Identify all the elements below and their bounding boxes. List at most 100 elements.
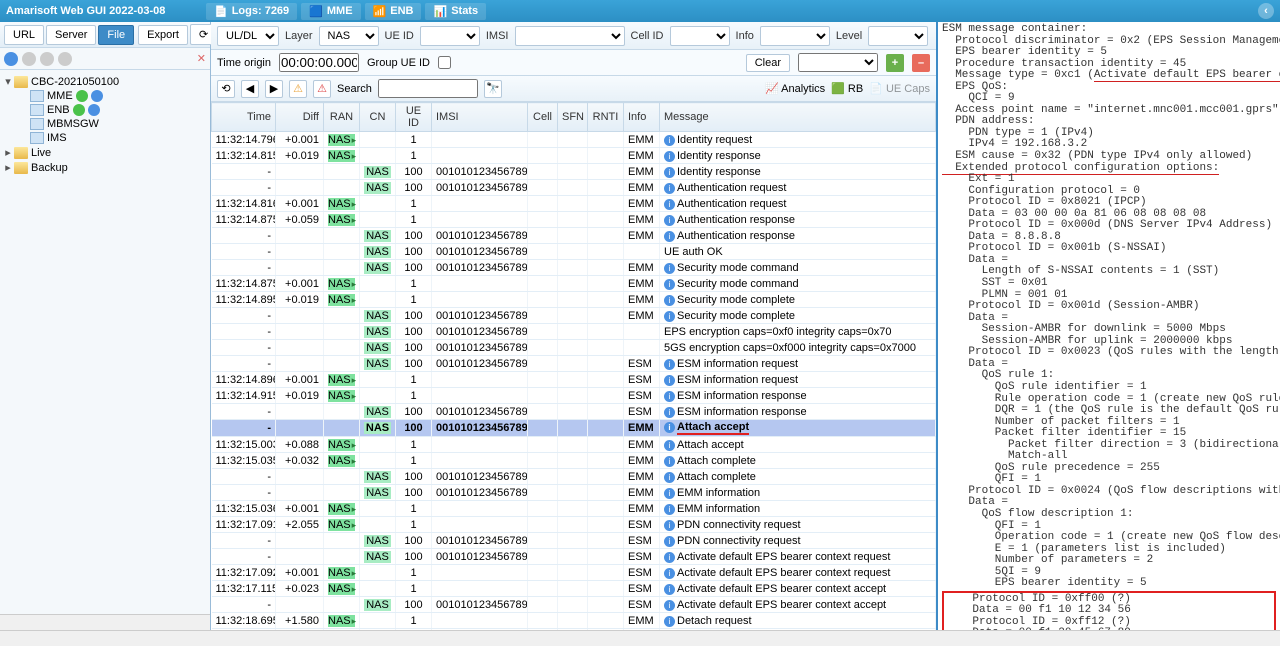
- tab-server[interactable]: Server: [46, 25, 96, 45]
- warning-icon[interactable]: ⚠: [289, 80, 307, 98]
- tree-root[interactable]: ▾CBC-2021050100: [2, 74, 208, 89]
- reload-icon[interactable]: ⟲: [217, 80, 235, 98]
- group-ueid-label: Group UE ID: [367, 57, 430, 69]
- table-row[interactable]: 11:32:14.915+0.019NAS1ESMiESM informatio…: [212, 388, 936, 404]
- col-header[interactable]: Message: [660, 103, 936, 132]
- analytics-button[interactable]: 📈 Analytics: [765, 82, 825, 95]
- uldl-select[interactable]: UL/DL: [217, 26, 279, 46]
- table-row[interactable]: -NAS100001010123456789EPS encryption cap…: [212, 324, 936, 340]
- level-label: Level: [836, 30, 862, 42]
- table-row[interactable]: -NAS100001010123456789EMMiAttach accept: [212, 420, 936, 437]
- layer-select[interactable]: NAS: [319, 26, 379, 46]
- col-header[interactable]: UE ID: [396, 103, 432, 132]
- export-button[interactable]: Export: [138, 25, 188, 45]
- table-row[interactable]: 11:32:14.896+0.001NAS1ESMiESM informatio…: [212, 372, 936, 388]
- table-row[interactable]: -NAS100001010123456789EMMiIdentity respo…: [212, 164, 936, 180]
- table-row[interactable]: -NAS100001010123456789UE auth OK: [212, 244, 936, 260]
- tree-label: ENB: [47, 104, 70, 116]
- table-row[interactable]: 11:32:17.092+0.001NAS1ESMiActivate defau…: [212, 565, 936, 581]
- nav-prev-icon[interactable]: ◀: [241, 80, 259, 98]
- nav-next-icon[interactable]: ▶: [265, 80, 283, 98]
- filter-extra-select[interactable]: [798, 53, 878, 72]
- add-filter-icon[interactable]: +: [886, 54, 904, 72]
- table-row[interactable]: -NAS100001010123456789EMMiSecurity mode …: [212, 308, 936, 324]
- table-row[interactable]: -NAS100001010123456789EMMiAuthentication…: [212, 180, 936, 196]
- table-row[interactable]: 11:32:14.816+0.001NAS1EMMiAuthentication…: [212, 196, 936, 212]
- prev-icon[interactable]: [22, 52, 36, 66]
- binoculars-icon[interactable]: 🔭: [484, 80, 502, 98]
- table-row[interactable]: 11:32:15.035+0.032NAS1EMMiAttach complet…: [212, 453, 936, 469]
- last-icon[interactable]: [58, 52, 72, 66]
- table-row[interactable]: 11:32:15.036+0.001NAS1EMMiEMM informatio…: [212, 501, 936, 517]
- status-badge: [76, 90, 88, 102]
- tab-url[interactable]: URL: [4, 25, 44, 45]
- table-row[interactable]: -NAS100001010123456789ESMiActivate defau…: [212, 549, 936, 565]
- col-header[interactable]: IMSI: [432, 103, 528, 132]
- table-row[interactable]: 11:32:14.895+0.019NAS1EMMiSecurity mode …: [212, 292, 936, 308]
- tree-label: Live: [31, 147, 51, 159]
- table-row[interactable]: 11:32:14.796+0.001NAS1EMMiIdentity reque…: [212, 132, 936, 148]
- time-origin-input[interactable]: [279, 53, 359, 72]
- ueid-select[interactable]: [420, 26, 480, 46]
- group-ueid-checkbox[interactable]: [438, 56, 451, 69]
- rb-button[interactable]: 🟩 RB: [831, 82, 863, 95]
- tree-item-ims[interactable]: IMS: [2, 131, 208, 145]
- tree-live[interactable]: ▸Live: [2, 145, 208, 160]
- tab-stats[interactable]: 📊 Stats: [425, 3, 486, 20]
- level-select[interactable]: [868, 26, 928, 46]
- message-detail-panel[interactable]: ESM message container: Protocol discrimi…: [938, 22, 1280, 630]
- table-row[interactable]: 11:32:14.875+0.059NAS1EMMiAuthentication…: [212, 212, 936, 228]
- table-row[interactable]: 11:32:17.091+2.055NAS1ESMiPDN connectivi…: [212, 517, 936, 533]
- imsi-select[interactable]: [515, 26, 625, 46]
- tab-enb[interactable]: 📶 ENB: [365, 3, 422, 20]
- info-select[interactable]: [760, 26, 830, 46]
- tree-item-mbmsgw[interactable]: MBMSGW: [2, 117, 208, 131]
- table-row[interactable]: 11:32:15.003+0.088NAS1EMMiAttach accept: [212, 437, 936, 453]
- search-input[interactable]: [378, 79, 478, 98]
- table-row[interactable]: -NAS100001010123456789ESMiPDN connectivi…: [212, 533, 936, 549]
- col-header[interactable]: Info: [624, 103, 660, 132]
- table-row[interactable]: -NAS1EMMiDetach request: [212, 629, 936, 631]
- remove-filter-icon[interactable]: –: [912, 54, 930, 72]
- table-row[interactable]: -NAS100001010123456789EMMiEMM informatio…: [212, 485, 936, 501]
- col-header[interactable]: SFN: [558, 103, 588, 132]
- app-topbar: Amarisoft Web GUI 2022-03-08 📄 Logs: 726…: [0, 0, 1280, 22]
- sidebar-mini-toolbar: ✕: [0, 48, 210, 70]
- collapse-sidebar-icon[interactable]: ‹: [1258, 3, 1274, 19]
- table-row[interactable]: 11:32:14.875+0.001NAS1EMMiSecurity mode …: [212, 276, 936, 292]
- col-header[interactable]: RAN: [324, 103, 360, 132]
- log-table-wrap[interactable]: TimeDiffRANCNUE IDIMSICellSFNRNTIInfoMes…: [211, 102, 936, 630]
- sidebar-hscroll[interactable]: [0, 614, 210, 630]
- col-header[interactable]: RNTI: [588, 103, 624, 132]
- table-row[interactable]: -NAS100001010123456789EMMiSecurity mode …: [212, 260, 936, 276]
- tab-file[interactable]: File: [98, 25, 134, 45]
- first-icon[interactable]: [4, 52, 18, 66]
- col-header[interactable]: Diff: [276, 103, 324, 132]
- col-header[interactable]: Cell: [528, 103, 558, 132]
- detail-hscroll[interactable]: [0, 630, 1280, 646]
- clear-button[interactable]: Clear: [746, 54, 790, 72]
- table-row[interactable]: -NAS100001010123456789ESMiActivate defau…: [212, 597, 936, 613]
- tab-mme[interactable]: 🟦 MME: [301, 3, 360, 20]
- sidebar-tabs: URL Server File Export ⟳: [0, 22, 210, 48]
- tree-label: Backup: [31, 162, 68, 174]
- col-header[interactable]: CN: [360, 103, 396, 132]
- next-icon[interactable]: [40, 52, 54, 66]
- tree-item-enb[interactable]: ENB: [2, 103, 208, 117]
- table-row[interactable]: -NAS100001010123456789EMMiAuthentication…: [212, 228, 936, 244]
- table-row[interactable]: -NAS100001010123456789ESMiESM informatio…: [212, 404, 936, 420]
- col-header[interactable]: Time: [212, 103, 276, 132]
- tree-item-mme[interactable]: MME: [2, 89, 208, 103]
- tree-backup[interactable]: ▸Backup: [2, 160, 208, 175]
- close-icon[interactable]: ✕: [197, 52, 206, 65]
- table-row[interactable]: -NAS100001010123456789EMMiAttach complet…: [212, 469, 936, 485]
- cellid-select[interactable]: [670, 26, 730, 46]
- error-icon[interactable]: ⚠: [313, 80, 331, 98]
- table-row[interactable]: -NAS1000010101234567895GS encryption cap…: [212, 340, 936, 356]
- table-row[interactable]: 11:32:17.115+0.023NAS1ESMiActivate defau…: [212, 581, 936, 597]
- table-row[interactable]: 11:32:18.695+1.580NAS1EMMiDetach request: [212, 613, 936, 629]
- logs-button[interactable]: 📄 Logs: 7269: [206, 3, 297, 20]
- sidebar: URL Server File Export ⟳ ✕ ▾CBC-20210501…: [0, 22, 211, 630]
- table-row[interactable]: -NAS100001010123456789ESMiESM informatio…: [212, 356, 936, 372]
- table-row[interactable]: 11:32:14.815+0.019NAS1EMMiIdentity respo…: [212, 148, 936, 164]
